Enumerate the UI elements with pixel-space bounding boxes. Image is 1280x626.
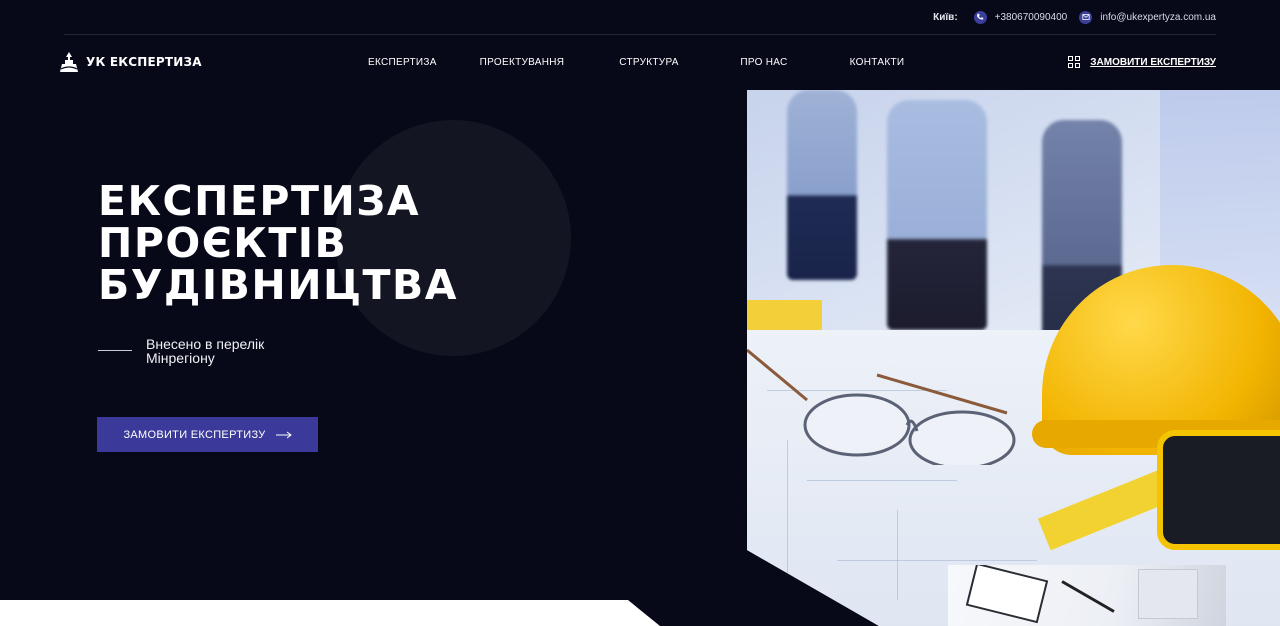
order-expertise-link[interactable]: ЗАМОВИТИ ЕКСПЕРТИЗУ — [1068, 35, 1216, 89]
photo-tape-measure — [1157, 430, 1280, 550]
cta-label: ЗАМОВИТИ ЕКСПЕРТИЗУ — [123, 428, 266, 441]
logo[interactable]: УК ЕКСПЕРТИЗА — [60, 52, 360, 72]
subtitle-dash — [98, 350, 132, 351]
grid-icon — [1068, 56, 1081, 68]
nav-item-structure[interactable]: СТРУКТУРА — [614, 57, 684, 68]
top-contact-bar: Київ: +380670090400 info@ukexpertyza.com… — [933, 0, 1216, 34]
nav-item-expertise[interactable]: ЕКСПЕРТИЗА — [368, 57, 436, 68]
main-nav: ЕКСПЕРТИЗА ПРОЕКТУВАННЯ СТРУКТУРА ПРО НА… — [368, 35, 910, 89]
secondary-photo — [948, 565, 1226, 626]
email-link[interactable]: info@ukexpertyza.com.ua — [1079, 10, 1216, 24]
photo-person — [887, 100, 987, 330]
hero-subtitle: Внесено в перелік Мінрегіону — [98, 337, 326, 365]
photo-glasses — [747, 348, 1016, 465]
main-header: УК ЕКСПЕРТИЗА ЕКСПЕРТИЗА ПРОЕКТУВАННЯ СТ… — [60, 35, 1216, 89]
photo-pen — [1061, 580, 1115, 613]
hero-photo — [747, 90, 1280, 626]
nav-item-about[interactable]: ПРО НАС — [736, 57, 792, 68]
photo-person — [787, 90, 857, 280]
photo-notebook — [965, 565, 1049, 624]
section-bottom-edge — [0, 600, 660, 626]
mail-icon — [1079, 10, 1093, 24]
arrow-right-icon — [275, 431, 292, 438]
nav-item-design[interactable]: ПРОЕКТУВАННЯ — [476, 57, 568, 68]
logo-icon — [60, 52, 78, 72]
hero-subtitle-text: Внесено в перелік Мінрегіону — [146, 336, 265, 366]
logo-text: УК ЕКСПЕРТИЗА — [86, 55, 202, 69]
photo-model — [1138, 569, 1198, 619]
phone-number: +380670090400 — [994, 11, 1068, 23]
email-address: info@ukexpertyza.com.ua — [1100, 11, 1216, 23]
city-label: Київ: — [933, 11, 958, 23]
nav-item-contacts[interactable]: КОНТАКТИ — [844, 57, 910, 68]
order-expertise-button[interactable]: ЗАМОВИТИ ЕКСПЕРТИЗУ — [97, 417, 318, 452]
order-expertise-label: ЗАМОВИТИ ЕКСПЕРТИЗУ — [1090, 56, 1216, 68]
phone-link[interactable]: +380670090400 — [973, 10, 1068, 24]
phone-icon — [973, 10, 987, 24]
photo-yellow-pad — [747, 300, 822, 330]
hero-title: ЕКСПЕРТИЗА ПРОЄКТІВ БУДІВНИЦТВА — [98, 177, 458, 309]
